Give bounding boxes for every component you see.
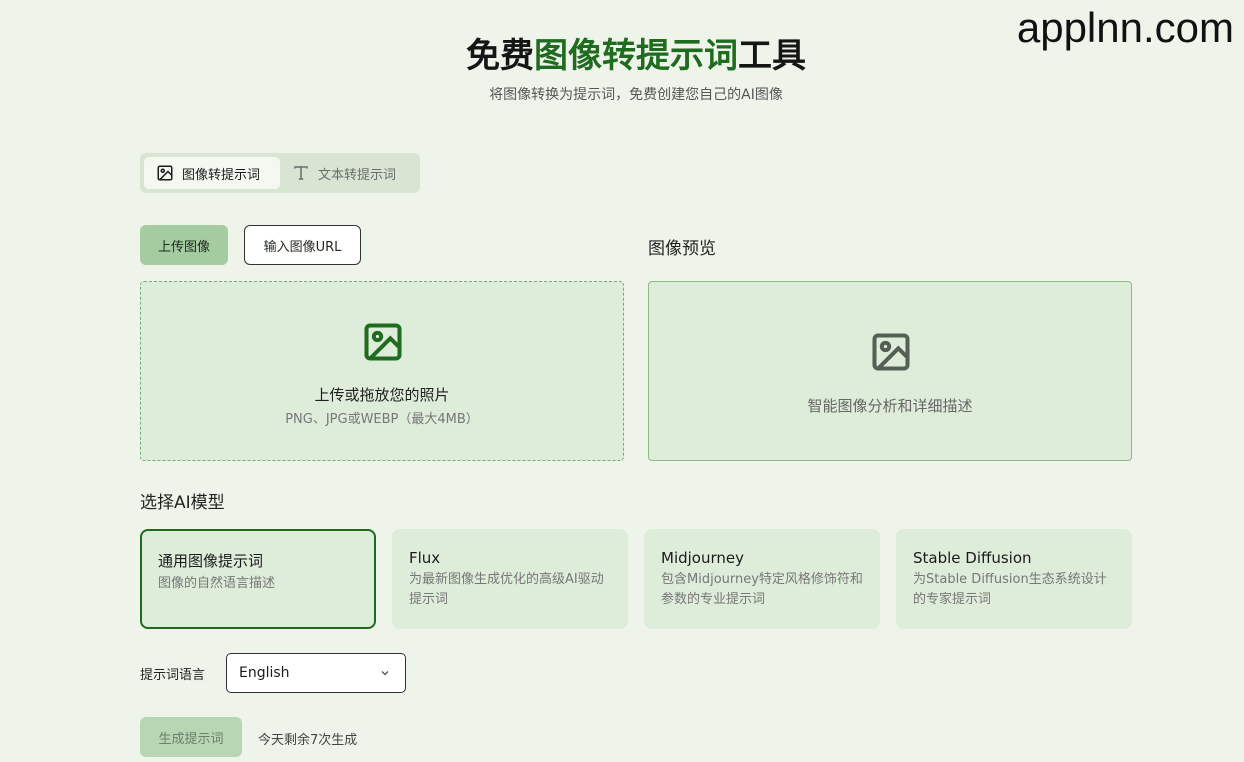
- upload-dropzone[interactable]: 上传或拖放您的照片 PNG、JPG或WEBP（最大4MB）: [140, 281, 624, 461]
- page-subtitle: 将图像转换为提示词，免费创建您自己的AI图像: [489, 87, 783, 103]
- image-icon: [157, 165, 173, 181]
- model-card-midjourney[interactable]: Midjourney 包含Midjourney特定风格修饰符和参数的专业提示词: [644, 529, 880, 629]
- chevron-down-icon: [381, 671, 389, 676]
- model-heading: 选择AI模型: [140, 493, 225, 513]
- generate-prompt-button[interactable]: 生成提示词: [140, 717, 242, 757]
- remaining-count: 今天剩余7次生成: [258, 733, 358, 748]
- model-card-flux[interactable]: Flux 为最新图像生成优化的高级AI驱动提示词: [392, 529, 628, 629]
- image-preview-panel: 智能图像分析和详细描述: [648, 281, 1132, 461]
- tab-text-to-prompt[interactable]: 文本转提示词: [280, 157, 408, 189]
- title-prefix: 免费: [466, 36, 534, 76]
- title-accent: 图像转提示词: [534, 36, 738, 76]
- tab-image-to-prompt[interactable]: 图像转提示词: [144, 157, 280, 189]
- model-desc: 为最新图像生成优化的高级AI驱动提示词: [409, 572, 604, 607]
- preview-heading: 图像预览: [648, 239, 716, 259]
- model-card-stable-diffusion[interactable]: Stable Diffusion 为Stable Diffusion生态系统设计…: [896, 529, 1132, 629]
- dropzone-hint: PNG、JPG或WEBP（最大4MB）: [285, 412, 479, 427]
- enter-url-button[interactable]: 输入图像URL: [244, 225, 361, 265]
- language-select[interactable]: English: [226, 653, 406, 693]
- page-title: 免费图像转提示词工具: [0, 28, 1244, 77]
- language-value: English: [239, 665, 290, 681]
- dropzone-title: 上传或拖放您的照片: [314, 386, 450, 404]
- upload-image-button[interactable]: 上传图像: [140, 225, 228, 265]
- model-desc: 为Stable Diffusion生态系统设计的专家提示词: [913, 572, 1107, 607]
- tab-label: 文本转提示词: [318, 167, 397, 183]
- model-card-general[interactable]: 通用图像提示词 图像的自然语言描述: [140, 529, 376, 629]
- model-name: Flux: [409, 549, 441, 567]
- model-name: Midjourney: [661, 549, 744, 567]
- language-label: 提示词语言: [140, 668, 206, 683]
- model-name: 通用图像提示词: [158, 552, 264, 570]
- model-desc: 包含Midjourney特定风格修饰符和参数的专业提示词: [661, 572, 863, 607]
- image-icon: [872, 333, 910, 371]
- image-icon: [364, 323, 402, 361]
- preview-placeholder: 智能图像分析和详细描述: [807, 397, 973, 415]
- title-suffix: 工具: [738, 36, 806, 76]
- text-icon: [294, 166, 308, 180]
- tab-label: 图像转提示词: [182, 167, 261, 183]
- model-desc: 图像的自然语言描述: [158, 576, 276, 591]
- model-name: Stable Diffusion: [913, 549, 1032, 567]
- mode-tabs: 图像转提示词 文本转提示词: [140, 153, 420, 193]
